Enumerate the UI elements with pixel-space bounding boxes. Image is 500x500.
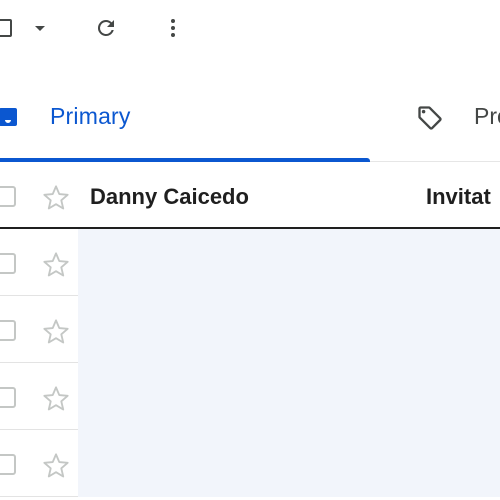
refresh-icon[interactable] [94,16,118,40]
inbox-toolbar [0,0,500,58]
inbox-icon [0,108,17,126]
caret-down-icon[interactable] [32,20,48,36]
row-checkbox[interactable] [0,387,16,408]
email-row[interactable]: Danny Caicedo Invitat [0,162,500,229]
tab-primary[interactable]: Primary [0,76,370,162]
select-all-checkbox[interactable] [0,19,12,37]
row-checkbox[interactable] [0,253,16,274]
row-checkbox[interactable] [0,186,16,207]
email-row[interactable] [0,363,500,430]
tab-primary-label: Primary [50,103,131,129]
star-icon[interactable] [42,184,70,212]
star-icon[interactable] [42,385,70,413]
email-subject: Invitat [426,184,491,209]
email-list: Danny Caicedo Invitat [0,162,500,500]
more-vert-icon[interactable] [161,16,185,40]
star-icon[interactable] [42,318,70,346]
email-sender: Danny Caicedo [90,184,249,209]
tag-icon [418,106,442,130]
category-tabs: Primary Pro [0,76,500,162]
star-icon[interactable] [42,251,70,279]
gmail-inbox-view: Primary Pro Danny Caicedo Invitat [0,0,500,500]
email-row[interactable] [0,229,500,296]
tab-promotions-label: Pro [474,103,500,129]
star-icon[interactable] [42,452,70,480]
tab-promotions[interactable]: Pro [400,76,500,162]
email-row[interactable] [0,430,500,497]
row-checkbox[interactable] [0,454,16,475]
email-row[interactable] [0,296,500,363]
row-checkbox[interactable] [0,320,16,341]
